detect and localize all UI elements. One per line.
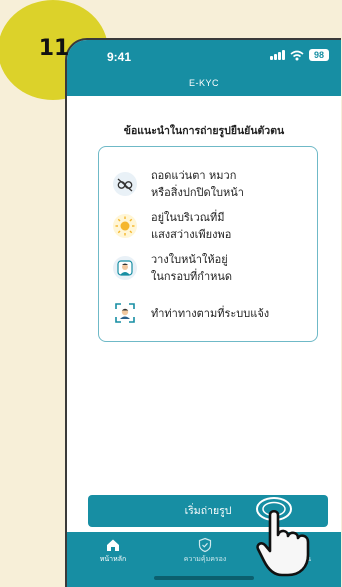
no-glasses-icon <box>113 172 137 196</box>
sun-icon <box>113 214 137 238</box>
tip-text-line: ทำท่าทางตามที่ระบบแจ้ง <box>151 306 270 320</box>
tip-item: อยู่ในบริเวณที่มี แสงสว่างเพียงพอ <box>113 209 231 243</box>
status-time: 9:41 <box>107 50 132 64</box>
step-number: 11 <box>38 36 70 61</box>
home-indicator <box>154 576 254 580</box>
tip-text-line: หรือสิ่งปกปิดใบหน้า <box>151 186 244 199</box>
signal-icon <box>270 50 285 60</box>
nav-item-home[interactable]: หน้าหลัก <box>67 532 159 568</box>
home-icon <box>107 539 119 551</box>
tap-hand-icon <box>256 497 310 577</box>
tip-text-line: แสงสว่างเพียงพอ <box>151 228 232 241</box>
nav-label: หน้าหลัก <box>99 555 127 563</box>
shield-icon <box>198 537 212 553</box>
nav-label: ความคุ้มครอง <box>183 555 227 563</box>
nav-item-coverage[interactable]: ความคุ้มครอง <box>159 532 251 568</box>
tip-item: ทำท่าทางตามที่ระบบแจ้ง <box>113 301 269 325</box>
tip-item: วางใบหน้าให้อยู่ ในกรอบที่กำหนด <box>113 251 232 285</box>
status-icons: 98 <box>270 49 329 61</box>
tip-text-line: วางใบหน้าให้อยู่ <box>151 253 228 266</box>
face-scan-icon <box>113 301 137 325</box>
tip-text-line: ในกรอบที่กำหนด <box>151 270 233 283</box>
tip-text-line: ถอดแว่นตา หมวก <box>151 169 237 182</box>
page-heading: ข้อแนะนำในการถ่ายรูปยืนยันตัวตน <box>123 125 285 137</box>
tip-text-line: อยู่ในบริเวณที่มี <box>151 211 225 224</box>
wifi-icon <box>290 50 304 60</box>
battery-icon: 98 <box>309 49 329 61</box>
header-title: E-KYC <box>67 74 341 96</box>
face-frame-icon <box>113 256 137 280</box>
tips-card: ถอดแว่นตา หมวก หรือสิ่งปกปิดใบหน้า อยู่ใ… <box>98 146 318 342</box>
status-bar: 9:41 98 <box>67 40 341 74</box>
tip-item: ถอดแว่นตา หมวก หรือสิ่งปกปิดใบหน้า <box>113 167 244 201</box>
